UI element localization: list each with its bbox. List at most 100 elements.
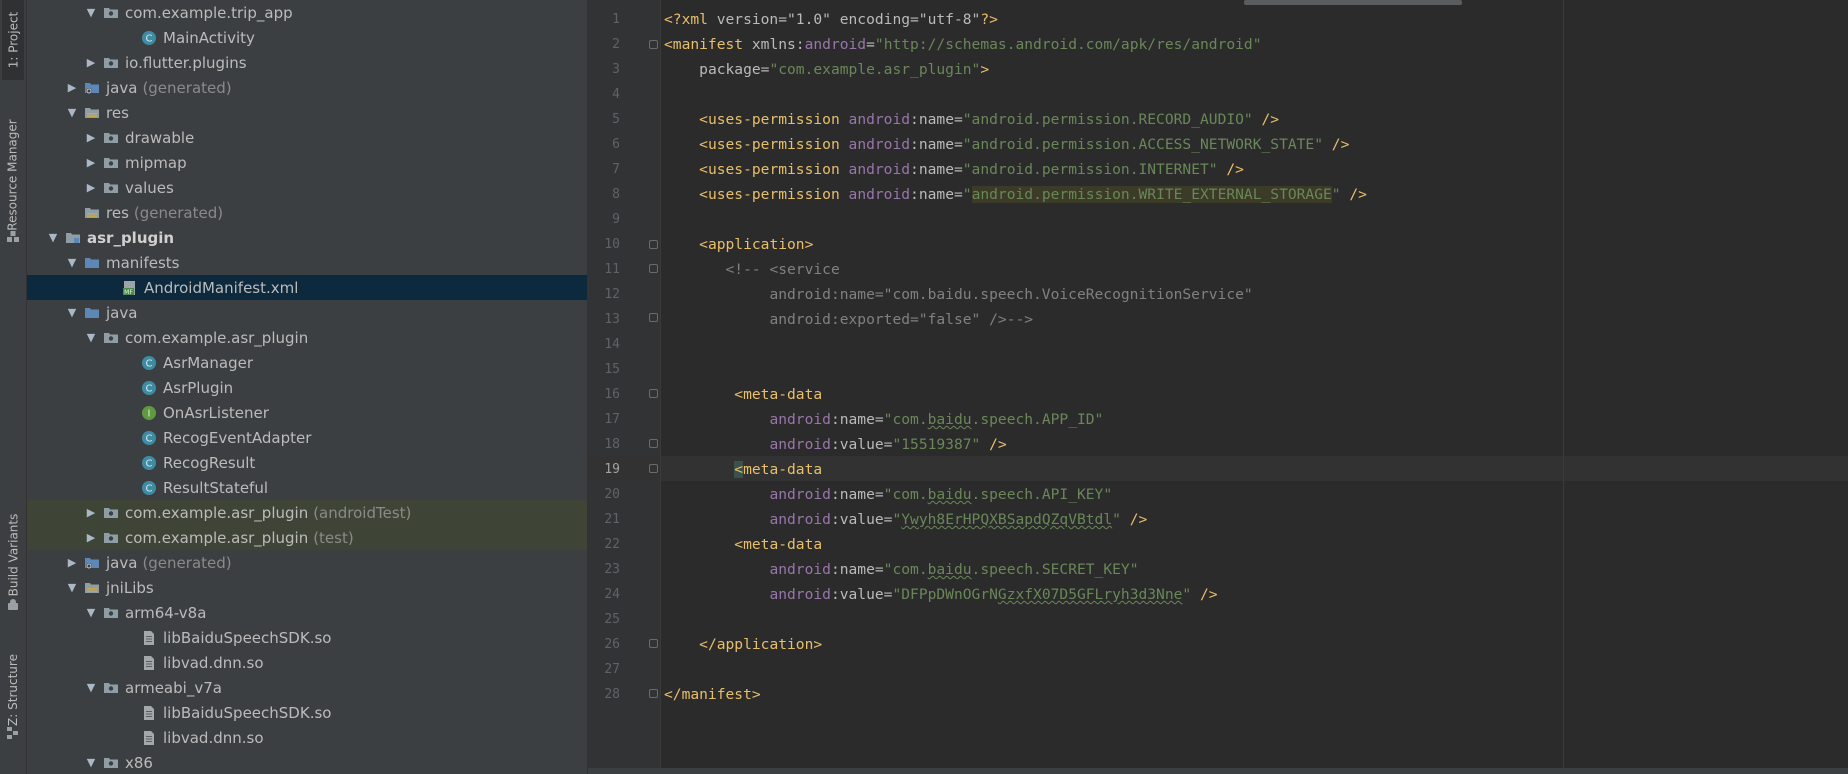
code-line-21: android:value="Ywyh8ErHPQXBSapdQZqVBtdl"… [664,507,1844,532]
tree-row[interactable]: ▼ com.example.trip_app [27,0,587,25]
tree-row[interactable]: ▼ x86 [27,750,587,774]
expand-arrow-icon[interactable]: ▼ [85,750,97,774]
code-line-7: <uses-permission android:name="android.p… [664,157,1844,182]
source-folder-icon [84,305,100,321]
tree-row[interactable]: libBaiduSpeechSDK.so [27,625,587,650]
tree-row[interactable]: libvad.dnn.so [27,650,587,675]
expand-arrow-icon[interactable]: ▼ [85,0,97,25]
tree-row[interactable]: ▶ mipmap [27,150,587,175]
folder-icon [84,255,100,271]
collapse-arrow-icon[interactable]: ▶ [66,75,78,100]
tree-row[interactable]: C RecogEventAdapter [27,425,587,450]
tree-row[interactable]: C AsrManager [27,350,587,375]
tree-row-label: manifests [106,253,180,272]
manifest-close-tag: </manifest> [664,686,761,703]
code-editor[interactable]: 1 2 3 4 5 6 7 8 9 10 11 12 13 14 15 16 17 18 19 20 21 22 23 24 2… [588,0,1848,774]
tree-row[interactable]: C AsrPlugin [27,375,587,400]
collapse-arrow-icon[interactable]: ▶ [85,525,97,550]
tree-row-label: com.example.asr_plugin [125,528,309,547]
collapse-arrow-icon[interactable]: ▶ [85,150,97,175]
tab-resource-manager-label: Resource Manager [6,119,21,231]
xml-decl-open: <?xml [664,11,717,28]
tab-structure[interactable]: Z: Structure [2,640,24,740]
tree-row[interactable]: C ResultStateful [27,475,587,500]
tree-row[interactable]: ▼ manifests [27,250,587,275]
collapse-arrow-icon[interactable]: ▶ [85,175,97,200]
tree-row[interactable]: ▼ java [27,300,587,325]
tree-row[interactable]: ▼ jniLibs [27,575,587,600]
tab-resource-manager[interactable]: Resource Manager [2,100,24,250]
expand-arrow-icon[interactable]: ▼ [66,575,78,600]
tree-row[interactable]: ▼ res [27,100,587,125]
fold-marker-comment[interactable] [649,264,658,273]
editor-horizontal-scrollbar[interactable] [1244,0,1462,5]
expand-arrow-icon[interactable]: ▼ [85,675,97,700]
tree-row[interactable]: res (generated) [27,200,587,225]
line-number: 10 [604,237,620,252]
tree-row[interactable]: libBaiduSpeechSDK.so [27,700,587,725]
quote: " [962,186,972,203]
tree-row[interactable]: ▶ drawable [27,125,587,150]
expand-arrow-icon[interactable]: ▼ [66,100,78,125]
fold-marker-application[interactable] [649,240,658,249]
tab-build-variants[interactable]: Build Variants [2,500,24,610]
fold-marker-comment-end[interactable] [649,313,658,322]
tree-row[interactable]: C MainActivity [27,25,587,50]
tab-project[interactable]: 1: Project [2,0,24,80]
tree-row[interactable]: ▶ com.example.asr_plugin (androidTest) [27,500,587,525]
class-icon: C [141,430,157,446]
tree-row-label: libBaiduSpeechSDK.so [163,703,332,722]
meta-data-tag: meta-data [743,536,823,553]
collapse-arrow-icon[interactable]: ▶ [85,125,97,150]
tree-row-suffix: (generated) [133,203,224,222]
selfclose: /> [1120,511,1148,528]
tree-row-label: ResultStateful [163,478,269,497]
collapse-arrow-icon[interactable]: ▶ [85,500,97,525]
tree-row[interactable]: ▶ values [27,175,587,200]
interface-icon: I [141,405,157,421]
tree-row-label: res [106,103,129,122]
fold-marker-meta-data-1-end[interactable] [649,439,658,448]
tree-row[interactable]: ▶ java (generated) [27,75,587,100]
expand-arrow-icon[interactable]: ▼ [47,225,59,250]
tree-row[interactable]: ▼ asr_plugin [27,225,587,250]
svg-text:I: I [148,408,151,419]
quote: " [1331,186,1341,203]
tree-row-suffix: (test) [313,528,354,547]
permission-write-storage: android.permission.WRITE_EXTERNAL_STORAG… [971,186,1332,203]
tree-row[interactable]: ▼ com.example.asr_plugin [27,325,587,350]
line-number: 11 [604,262,620,277]
value-attr: :value= [830,586,893,603]
line-number: 2 [612,37,620,52]
collapse-arrow-icon[interactable]: ▶ [66,550,78,575]
tree-row[interactable]: C RecogResult [27,450,587,475]
expand-arrow-icon[interactable]: ▼ [66,250,78,275]
tree-row[interactable]: ▼ arm64-v8a [27,600,587,625]
tree-row-label: io.flutter.plugins [125,53,247,72]
tree-row[interactable]: MF AndroidManifest.xml [27,275,587,300]
collapse-arrow-icon[interactable]: ▶ [85,50,97,75]
tree-row-suffix: (androidTest) [313,503,412,522]
expand-arrow-icon[interactable]: ▼ [66,300,78,325]
fold-marker-meta-data-1[interactable] [649,389,658,398]
tree-row[interactable]: ▶ com.example.asr_plugin (test) [27,525,587,550]
tree-row[interactable]: libvad.dnn.so [27,725,587,750]
fold-marker-meta-data-2[interactable] [649,464,658,473]
expand-arrow-icon[interactable]: ▼ [85,600,97,625]
svg-text:C: C [146,358,153,369]
fold-marker-manifest-end[interactable] [649,689,658,698]
tree-row[interactable]: I OnAsrListener [27,400,587,425]
manifest-open-gt: > [980,61,990,78]
tree-row[interactable]: ▶ io.flutter.plugins [27,50,587,75]
tree-row[interactable]: ▼ armeabi_v7a [27,675,587,700]
fold-marker-manifest[interactable] [649,40,658,49]
value-attr: :value= [830,436,893,453]
tree-row-label: jniLibs [106,578,154,597]
uses-permission-tag: <uses-permission [699,161,849,178]
svg-text:C: C [146,33,153,44]
tree-row-label: com.example.asr_plugin [125,503,309,522]
fold-marker-application-end[interactable] [649,639,658,648]
expand-arrow-icon[interactable]: ▼ [85,325,97,350]
tree-row-label: java [106,553,138,572]
tree-row[interactable]: ▶ java (generated) [27,550,587,575]
